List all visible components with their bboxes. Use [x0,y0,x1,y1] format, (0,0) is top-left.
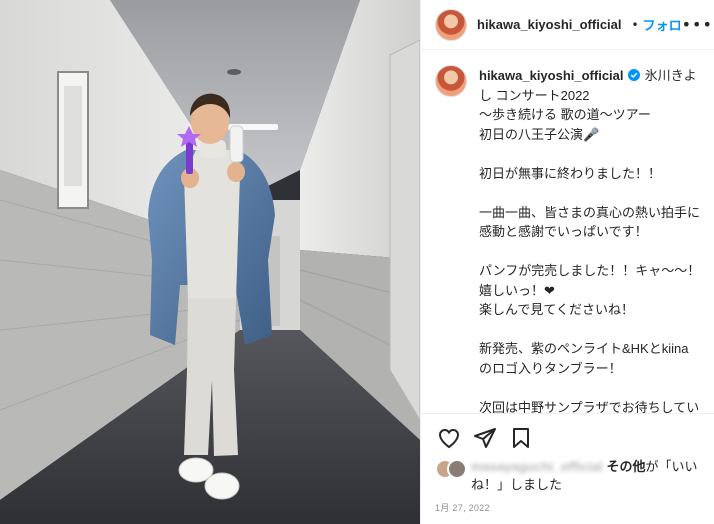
more-icon[interactable]: ••• [682,15,713,34]
verified-badge-icon [627,69,640,81]
likes-summary: masayaguchi_official その他が「いいね！」しました [435,458,705,494]
post-caption: hikawa_kiyoshi_official 氷川きよし コンサート2022 … [421,51,714,413]
caption-text: 氷川きよし コンサート2022 〜歩き続ける 歌の道〜ツアー 初日の八王子公演🎤… [479,68,701,413]
action-bar [421,413,714,461]
post-header: hikawa_kiyoshi_official • フォロ ••• [421,0,714,50]
post-image [0,0,420,524]
liker-avatars[interactable] [435,459,471,479]
share-icon[interactable] [473,426,497,450]
bookmark-icon[interactable] [509,426,533,450]
header-username[interactable]: hikawa_kiyoshi_official [477,17,622,32]
post-date: 1月 27, 2022 [435,503,490,513]
liker-username[interactable]: masayaguchi_official [471,458,603,476]
caption-avatar[interactable] [435,65,467,97]
caption-username[interactable]: hikawa_kiyoshi_official [479,68,624,83]
others-link[interactable]: その他 [607,459,646,474]
follow-button[interactable]: フォロ [643,15,682,34]
post-photo[interactable] [0,0,420,524]
heart-icon[interactable] [437,426,461,450]
post-sidebar: hikawa_kiyoshi_official • フォロ ••• hikawa… [420,0,714,524]
header-separator: • [631,17,639,32]
avatar[interactable] [435,8,467,41]
